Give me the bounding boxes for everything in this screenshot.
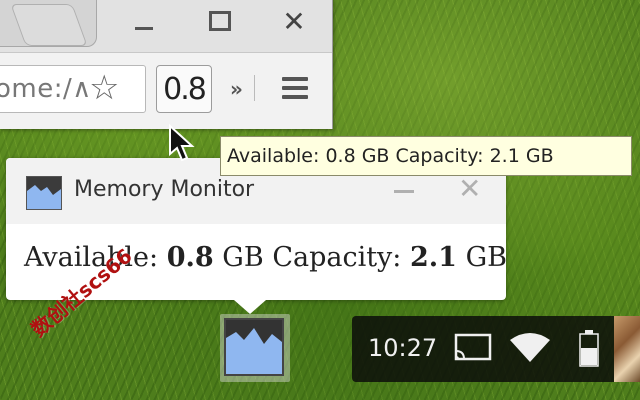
notification-minimize-icon[interactable] — [394, 190, 414, 193]
user-avatar[interactable] — [614, 316, 640, 382]
browser-tab[interactable] — [0, 0, 97, 47]
cast-icon[interactable] — [452, 332, 494, 364]
tooltip-text: Available: 0.8 GB Capacity: 2.1 GB — [227, 145, 554, 167]
extension-tooltip: Available: 0.8 GB Capacity: 2.1 GB — [220, 136, 632, 176]
capacity-value: 2.1 — [410, 242, 457, 273]
extension-badge-text: 0.8 — [163, 71, 207, 107]
battery-icon[interactable] — [578, 328, 600, 368]
memory-monitor-icon — [224, 318, 284, 376]
memory-graph-icon — [26, 176, 62, 210]
memory-monitor-extension-button[interactable]: 0.8 — [156, 65, 212, 113]
toolbar-divider — [254, 75, 255, 101]
browser-toolbar: ome:/∧ ☆ 0.8 » — [0, 52, 332, 129]
minimize-icon — [135, 26, 153, 30]
mouse-cursor-icon — [169, 124, 195, 162]
available-value: 0.8 — [166, 242, 214, 273]
capacity-unit: GB — [465, 242, 507, 273]
capacity-label: Capacity: — [272, 242, 402, 273]
maximize-icon — [209, 11, 231, 31]
hamburger-menu-icon[interactable] — [282, 77, 308, 99]
overflow-chevron-icon[interactable]: » — [230, 77, 243, 101]
browser-window: ✕ ome:/∧ ☆ 0.8 » — [0, 0, 333, 129]
notification-title: Memory Monitor — [74, 177, 255, 202]
minimize-button[interactable] — [124, 4, 164, 38]
memory-monitor-shelf-item[interactable] — [220, 314, 290, 382]
close-button[interactable]: ✕ — [274, 4, 314, 38]
bookmark-star-icon[interactable]: ☆ — [89, 70, 119, 106]
maximize-button[interactable] — [200, 4, 240, 38]
address-bar-text: ome:/∧ — [0, 74, 92, 104]
system-tray[interactable]: 10:27 — [352, 316, 614, 382]
clock[interactable]: 10:27 — [368, 334, 437, 362]
address-bar[interactable]: ome:/∧ ☆ — [0, 65, 146, 113]
browser-titlebar: ✕ — [0, 0, 332, 52]
notification-close-icon[interactable]: ✕ — [458, 174, 481, 204]
available-unit: GB — [222, 242, 264, 273]
notification-pointer — [234, 300, 266, 314]
new-tab-button[interactable] — [10, 4, 88, 46]
close-icon: ✕ — [282, 4, 306, 38]
wifi-icon[interactable] — [508, 332, 552, 364]
